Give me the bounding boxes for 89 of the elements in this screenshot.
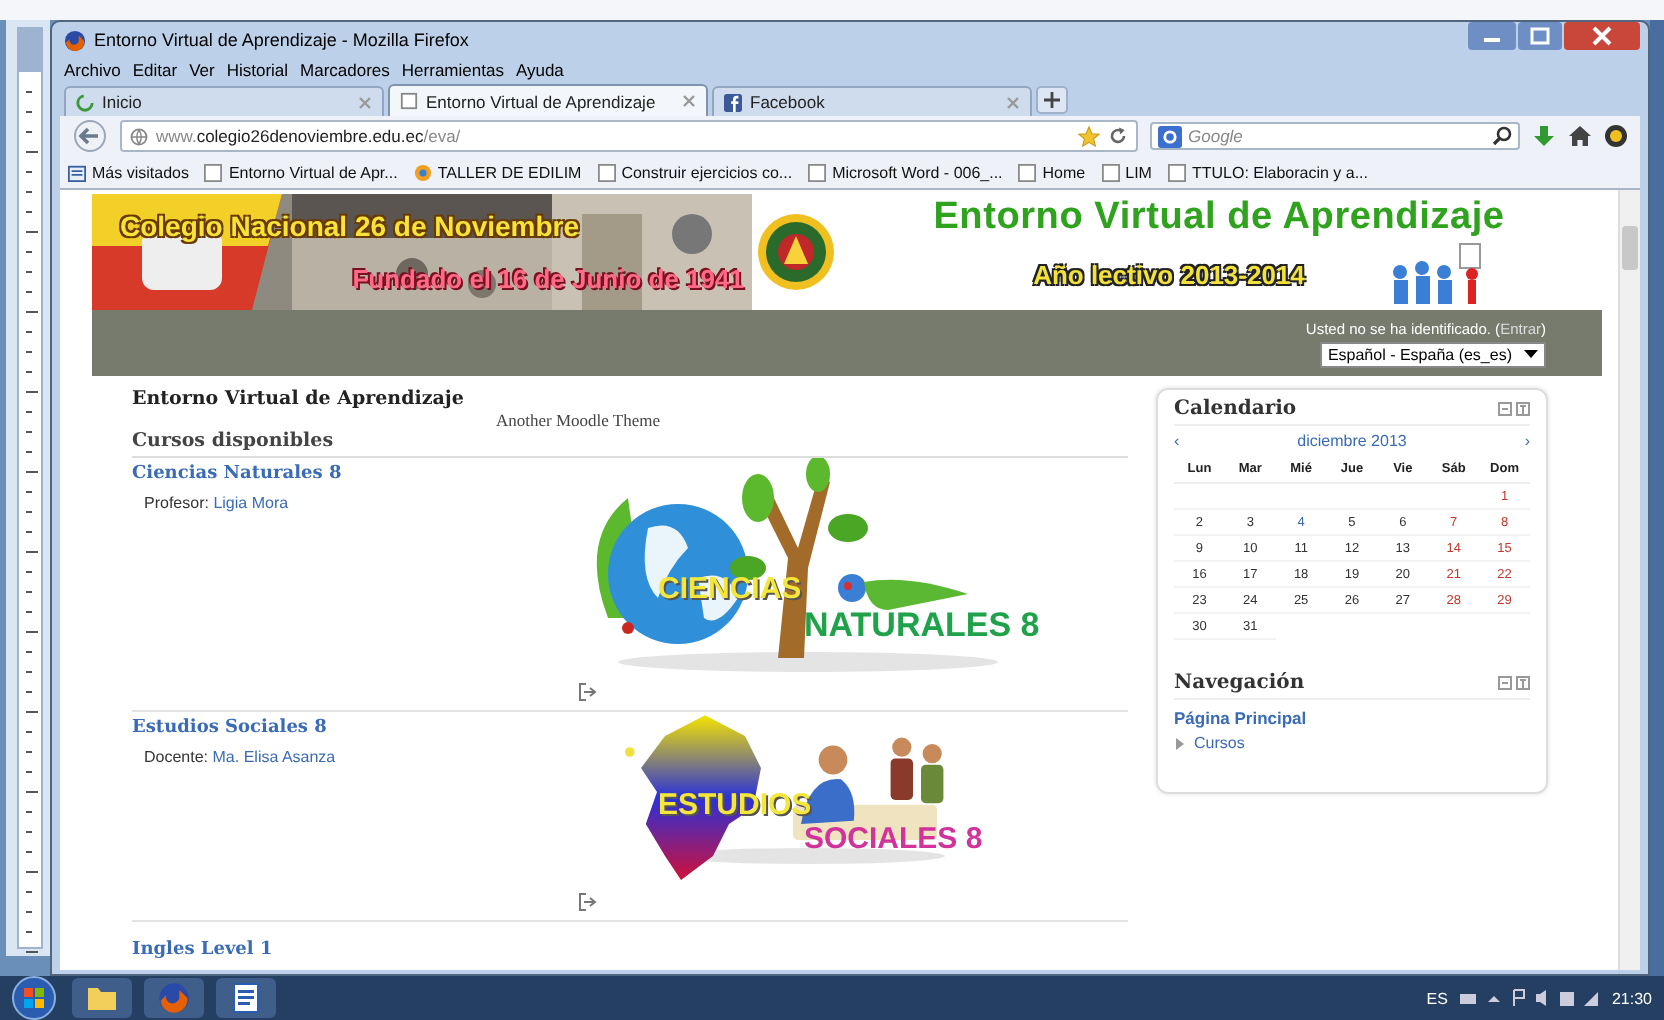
dropdown-caret-icon <box>1524 350 1538 358</box>
search-icon[interactable] <box>1492 126 1512 146</box>
taskbar-app[interactable] <box>216 978 276 1018</box>
address-field[interactable]: www.colegio26denoviembre.edu.ec/eva/ <box>120 120 1138 152</box>
facebook-icon <box>724 93 742 111</box>
page-icon <box>1018 163 1037 181</box>
bookmark-item[interactable]: Microsoft Word - 006_... <box>808 163 1003 181</box>
window-title: Entorno Virtual de Aprendizaje - Mozilla Firefox <box>94 30 469 50</box>
browser-tab[interactable]: Inicio <box>64 86 384 116</box>
start-button[interactable] <box>8 976 60 1020</box>
google-icon <box>1158 125 1182 147</box>
home-link[interactable]: Página Principal <box>1174 708 1530 728</box>
next-month-link[interactable]: › <box>1524 432 1530 450</box>
bookmark-item[interactable]: Home <box>1018 163 1086 181</box>
back-icon[interactable] <box>72 120 108 152</box>
bookmark-item[interactable]: LIM <box>1101 163 1152 181</box>
page-icon <box>1101 163 1120 181</box>
menu-item[interactable]: Ver <box>189 60 215 80</box>
close-tab-icon[interactable] <box>1006 95 1020 109</box>
theme-name: Another Moodle Theme <box>496 410 662 430</box>
menu-item[interactable]: Editar <box>132 60 178 80</box>
expand-arrow-icon[interactable] <box>1174 737 1186 749</box>
page-icon <box>808 163 827 181</box>
page-icon <box>204 163 223 181</box>
close-icon[interactable] <box>1564 22 1640 50</box>
teacher-label: Docente: <box>144 748 209 766</box>
menu-item[interactable]: Archivo <box>64 60 121 80</box>
block-title: Navegación <box>1174 672 1305 694</box>
loading-icon <box>76 93 94 111</box>
scrollbar[interactable] <box>1618 190 1640 970</box>
help-icon[interactable] <box>1604 124 1628 148</box>
teacher-link[interactable]: Ma. Elisa Asanza <box>212 748 336 766</box>
browser-tab[interactable]: Entorno Virtual de Aprendizaje <box>388 84 708 116</box>
bookmarks-folder-icon <box>68 163 86 181</box>
month-title[interactable]: diciembre 2013 <box>1297 432 1407 450</box>
block-title: Calendario <box>1174 398 1297 420</box>
minimize-icon[interactable] <box>1468 22 1516 50</box>
language-indicator[interactable]: ES <box>1426 989 1448 1007</box>
bookmark-item[interactable]: Construir ejercicios co... <box>597 163 793 181</box>
banner-title: Entorno Virtual de Aprendizaje <box>933 196 1505 240</box>
new-tab-icon[interactable] <box>1036 86 1068 114</box>
page-icon <box>400 92 418 110</box>
firefox-icon <box>64 29 86 51</box>
enrol-icon[interactable] <box>578 892 598 912</box>
course-link[interactable]: Ciencias Naturales 8 <box>132 464 568 484</box>
page-icon <box>1167 163 1186 181</box>
block-controls-icon[interactable] <box>1498 676 1530 690</box>
tray-icons-drawing[interactable] <box>1459 988 1600 1008</box>
search-field[interactable]: Google <box>1150 122 1520 150</box>
site-title: Entorno Virtual de Aprendizaje <box>132 388 466 410</box>
document-icon <box>230 982 262 1014</box>
block-controls-icon[interactable] <box>1498 402 1530 416</box>
folder-icon <box>86 984 118 1012</box>
language-select[interactable]: Español - España (es_es) <box>1319 341 1546 367</box>
reload-icon[interactable] <box>1108 126 1128 146</box>
app-icon <box>413 163 432 181</box>
taskbar-app[interactable] <box>72 978 132 1018</box>
logo-text: SOCIALES 8 <box>804 822 983 856</box>
teacher-label: Profesor: <box>144 494 209 512</box>
bookmark-item[interactable]: Entorno Virtual de Apr... <box>204 163 398 181</box>
menu-item[interactable]: Ayuda <box>515 60 564 80</box>
star-icon[interactable] <box>1078 125 1100 147</box>
enrol-icon[interactable] <box>578 682 598 702</box>
school-year: Año lectivo 2013-2014 <box>1033 259 1305 289</box>
course-link[interactable]: Estudios Sociales 8 <box>132 718 568 738</box>
crest-icon <box>756 212 836 292</box>
menu-item[interactable]: Herramientas <box>401 60 504 80</box>
download-icon[interactable] <box>1532 124 1556 148</box>
maximize-icon[interactable] <box>1518 22 1562 50</box>
close-tab-icon[interactable] <box>682 94 696 108</box>
search-input[interactable]: Google <box>1188 125 1486 147</box>
section-heading: Cursos disponibles <box>132 430 1128 458</box>
firefox-icon <box>158 982 190 1014</box>
globe-icon <box>130 127 148 145</box>
bookmark-item[interactable]: Más visitados <box>68 163 189 181</box>
bookmark-item[interactable]: TTULO: Elaboracin y a... <box>1167 163 1368 181</box>
teacher-link[interactable]: Ligia Mora <box>213 494 289 512</box>
logo-text: NATURALES 8 <box>804 606 1040 646</box>
bookmark-item[interactable]: TALLER DE EDILIM <box>413 163 582 181</box>
menu-item[interactable]: Marcadores <box>300 60 390 80</box>
page-icon <box>597 163 616 181</box>
browser-tab[interactable]: Facebook <box>712 86 1032 116</box>
close-tab-icon[interactable] <box>358 95 372 109</box>
clock[interactable]: 21:30 <box>1611 989 1652 1007</box>
nav-link[interactable]: Cursos <box>1194 734 1245 752</box>
menu-item[interactable]: Historial <box>226 60 289 80</box>
course-link[interactable]: Ingles Level 1 <box>132 940 568 960</box>
previous-month-link[interactable]: ‹ <box>1174 432 1180 450</box>
home-icon[interactable] <box>1568 124 1592 148</box>
